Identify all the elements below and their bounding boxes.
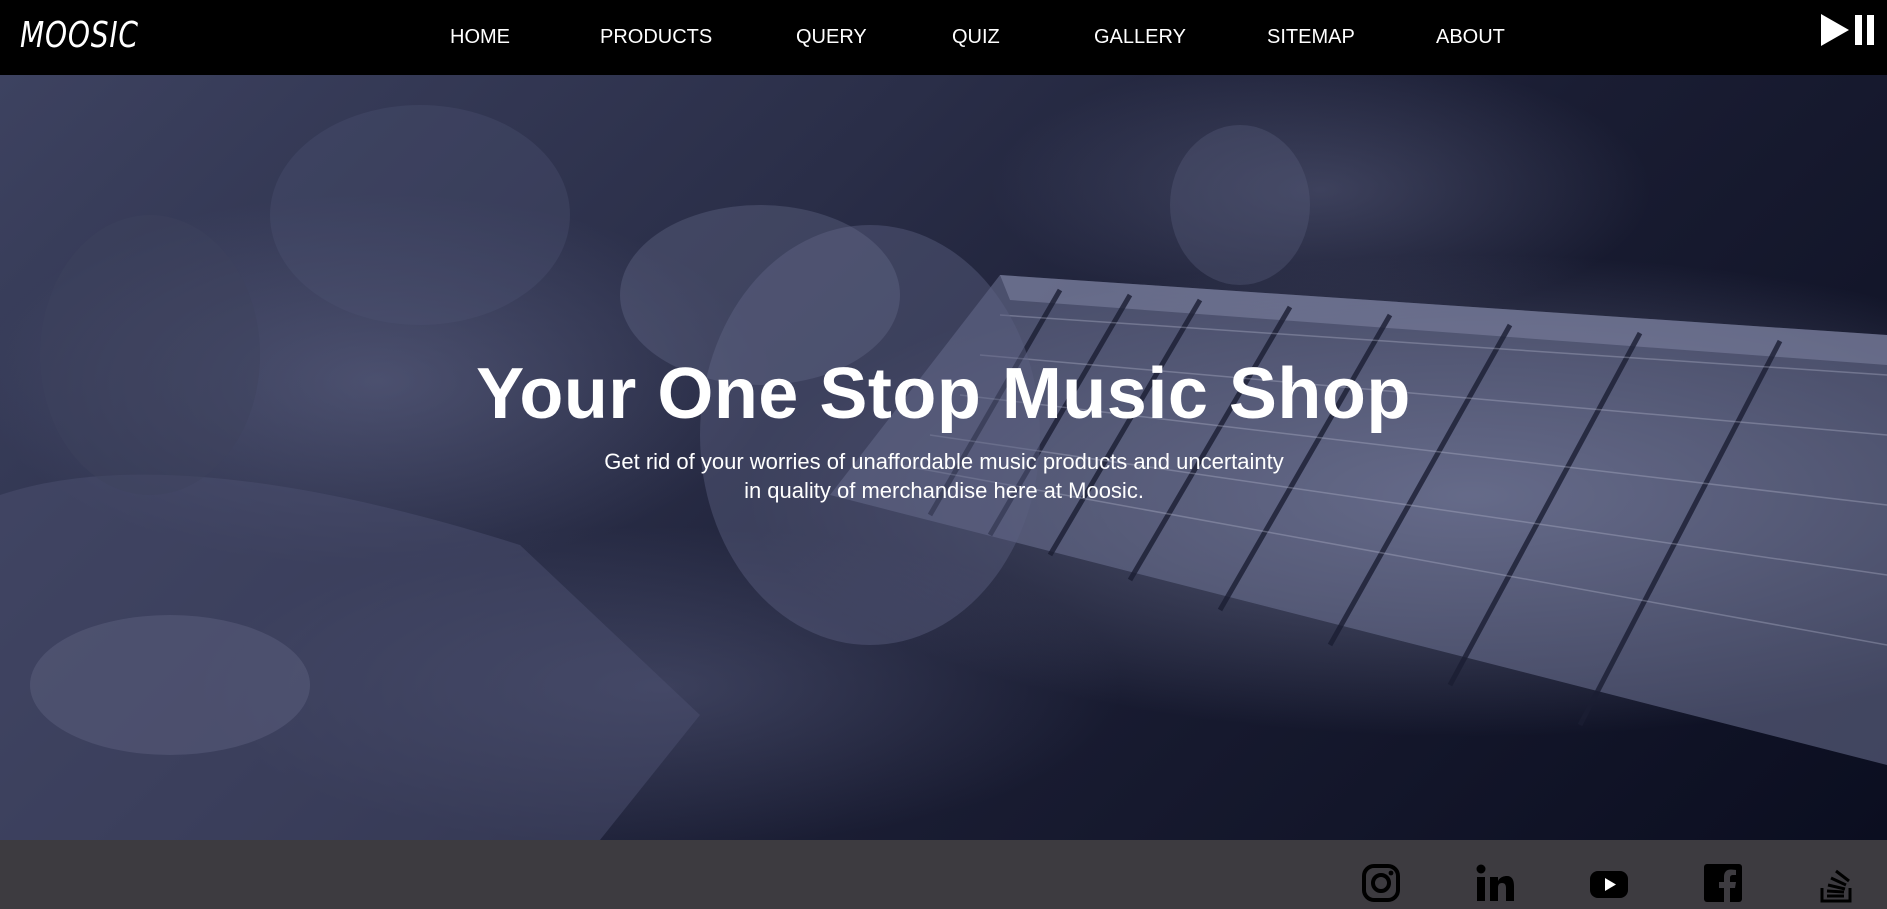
play-pause-button[interactable] — [1819, 12, 1877, 48]
top-navbar: MOOSIC HOME PRODUCTS QUERY QUIZ GALLERY … — [0, 0, 1887, 75]
site-logo[interactable]: MOOSIC — [20, 14, 139, 58]
hero-section: Your One Stop Music Shop Get rid of your… — [0, 75, 1887, 840]
linkedin-icon — [1476, 864, 1514, 901]
nav-about[interactable]: ABOUT — [1436, 22, 1505, 52]
facebook-icon — [1704, 864, 1742, 904]
facebook-link[interactable] — [1702, 862, 1744, 904]
nav-gallery[interactable]: GALLERY — [1094, 22, 1186, 52]
nav-home[interactable]: HOME — [450, 22, 510, 52]
nav-sitemap[interactable]: SITEMAP — [1267, 22, 1355, 52]
instagram-link[interactable] — [1360, 862, 1402, 904]
stackoverflow-link[interactable] — [1816, 862, 1858, 904]
hero-subtitle-line-1: Get rid of your worries of unaffordable … — [604, 449, 1284, 474]
youtube-link[interactable] — [1588, 862, 1630, 904]
hero-subtitle-line-2: in quality of merchandise here at Moosic… — [744, 478, 1144, 503]
hero-subtitle: Get rid of your worries of unaffordable … — [560, 447, 1328, 505]
nav-quiz[interactable]: QUIZ — [952, 22, 1000, 52]
stackoverflow-icon — [1820, 869, 1852, 903]
play-pause-icon — [1821, 14, 1874, 46]
youtube-icon — [1590, 871, 1628, 898]
instagram-icon — [1362, 864, 1400, 902]
linkedin-link[interactable] — [1474, 862, 1516, 904]
hero-title: Your One Stop Music Shop — [476, 354, 1411, 434]
nav-products[interactable]: PRODUCTS — [600, 22, 712, 52]
nav-query[interactable]: QUERY — [796, 22, 867, 52]
